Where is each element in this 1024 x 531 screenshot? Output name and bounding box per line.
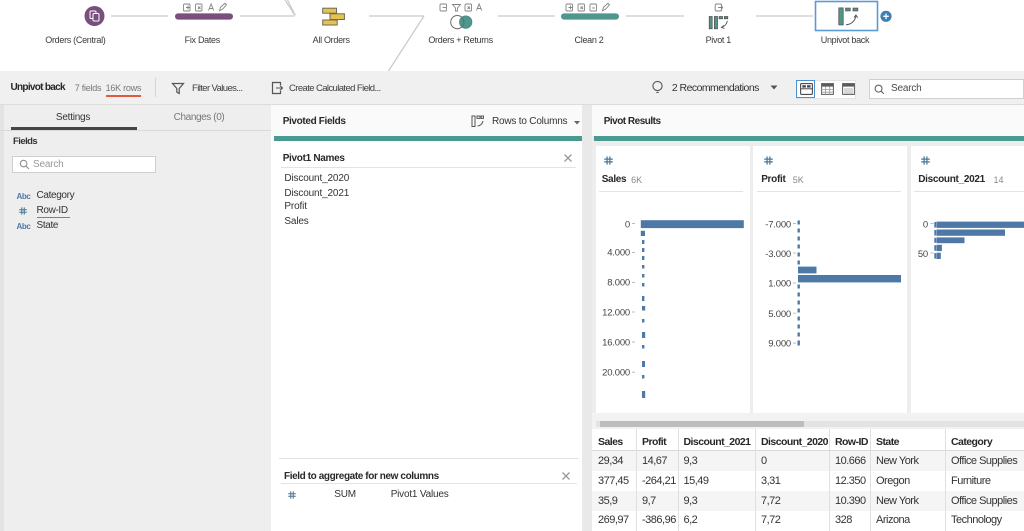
svg-text:50: 50 [918,249,928,260]
svg-text:16.000: 16.000 [602,338,630,349]
svg-text:9.000: 9.000 [768,339,791,350]
svg-text:-7.000: -7.000 [765,220,791,231]
svg-text:4.000: 4.000 [607,248,630,259]
svg-text:0: 0 [923,220,928,231]
svg-text:20.000: 20.000 [602,368,630,379]
svg-text:1.000: 1.000 [768,279,791,290]
svg-text:0: 0 [625,220,630,231]
svg-text:8.000: 8.000 [607,278,630,289]
svg-text:12.000: 12.000 [602,308,630,319]
svg-text:-3.000: -3.000 [765,249,791,260]
svg-text:5.000: 5.000 [768,309,791,320]
